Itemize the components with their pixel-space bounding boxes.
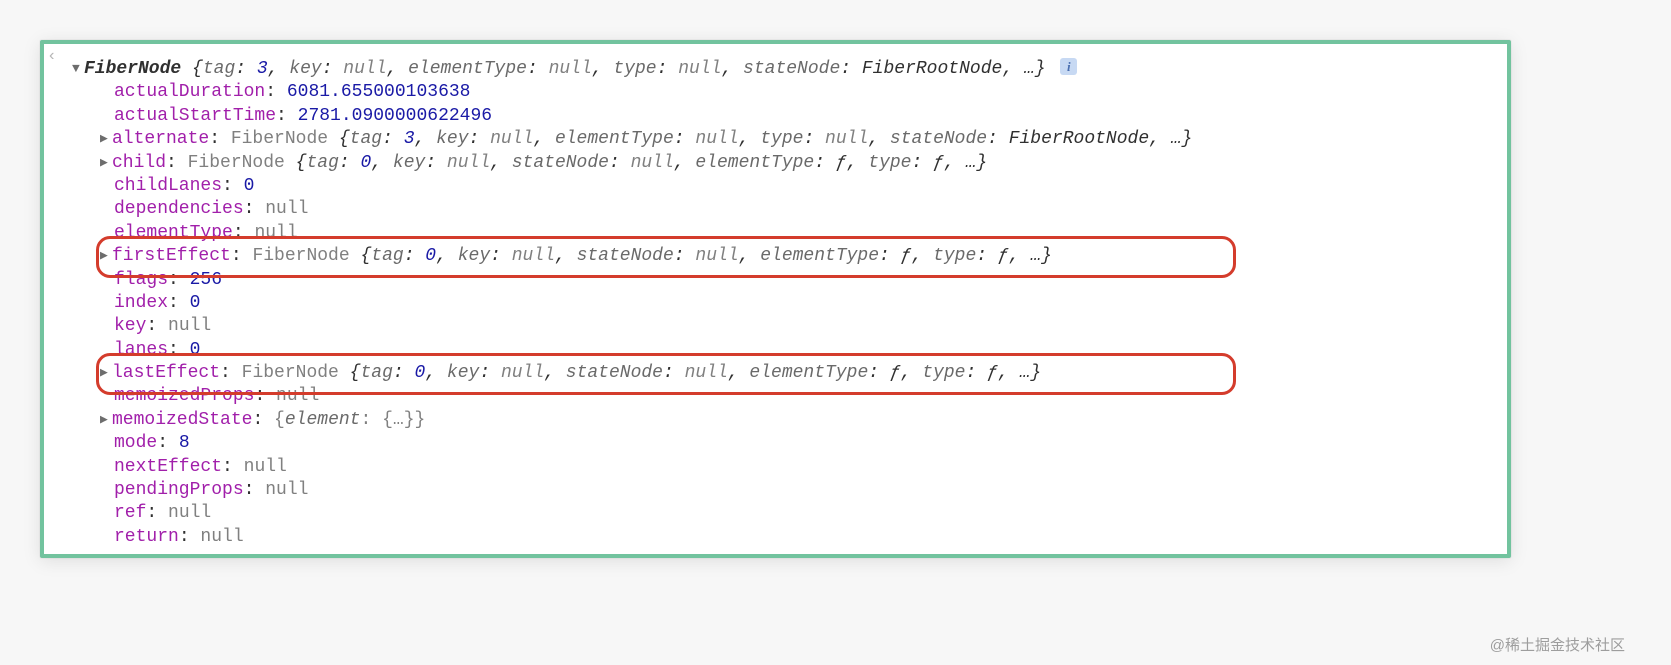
expand-toggle-icon[interactable]: ▶	[100, 155, 112, 172]
property-return[interactable]: return: null	[64, 526, 1487, 549]
property-child[interactable]: ▶child: FiberNode {tag: 0, key: null, st…	[64, 152, 1487, 175]
object-tree[interactable]: ▼FiberNode {tag: 3, key: null, elementTy…	[64, 58, 1487, 549]
info-icon[interactable]: i	[1060, 58, 1077, 75]
property-alternate[interactable]: ▶alternate: FiberNode {tag: 3, key: null…	[64, 128, 1487, 151]
property-firstEffect[interactable]: ▶firstEffect: FiberNode {tag: 0, key: nu…	[64, 245, 1487, 268]
property-pendingProps[interactable]: pendingProps: null	[64, 479, 1487, 502]
property-actualDuration[interactable]: actualDuration: 6081.655000103638	[64, 81, 1487, 104]
property-flags[interactable]: flags: 256	[64, 269, 1487, 292]
property-index[interactable]: index: 0	[64, 292, 1487, 315]
property-ref[interactable]: ref: null	[64, 502, 1487, 525]
property-actualStartTime[interactable]: actualStartTime: 2781.0900000622496	[64, 105, 1487, 128]
watermark: @稀土掘金技术社区	[1490, 634, 1625, 655]
property-lastEffect[interactable]: ▶lastEffect: FiberNode {tag: 0, key: nul…	[64, 362, 1487, 385]
object-class-name: FiberNode	[84, 59, 192, 79]
property-lanes[interactable]: lanes: 0	[64, 339, 1487, 362]
expand-toggle-icon[interactable]: ▶	[100, 365, 112, 382]
back-arrow-icon[interactable]: ‹	[47, 46, 57, 67]
property-elementType[interactable]: elementType: null	[64, 222, 1487, 245]
console-output-panel: ‹ ▼FiberNode {tag: 3, key: null, element…	[40, 40, 1511, 558]
property-mode[interactable]: mode: 8	[64, 432, 1487, 455]
property-key[interactable]: key: null	[64, 315, 1487, 338]
property-dependencies[interactable]: dependencies: null	[64, 198, 1487, 221]
property-childLanes[interactable]: childLanes: 0	[64, 175, 1487, 198]
expand-toggle-icon[interactable]: ▼	[72, 61, 84, 78]
property-memoizedState[interactable]: ▶memoizedState: {element: {…}}	[64, 409, 1487, 432]
expand-toggle-icon[interactable]: ▶	[100, 131, 112, 148]
expand-toggle-icon[interactable]: ▶	[100, 248, 112, 265]
expand-toggle-icon[interactable]: ▶	[100, 412, 112, 429]
property-memoizedProps[interactable]: memoizedProps: null	[64, 385, 1487, 408]
property-nextEffect[interactable]: nextEffect: null	[64, 456, 1487, 479]
